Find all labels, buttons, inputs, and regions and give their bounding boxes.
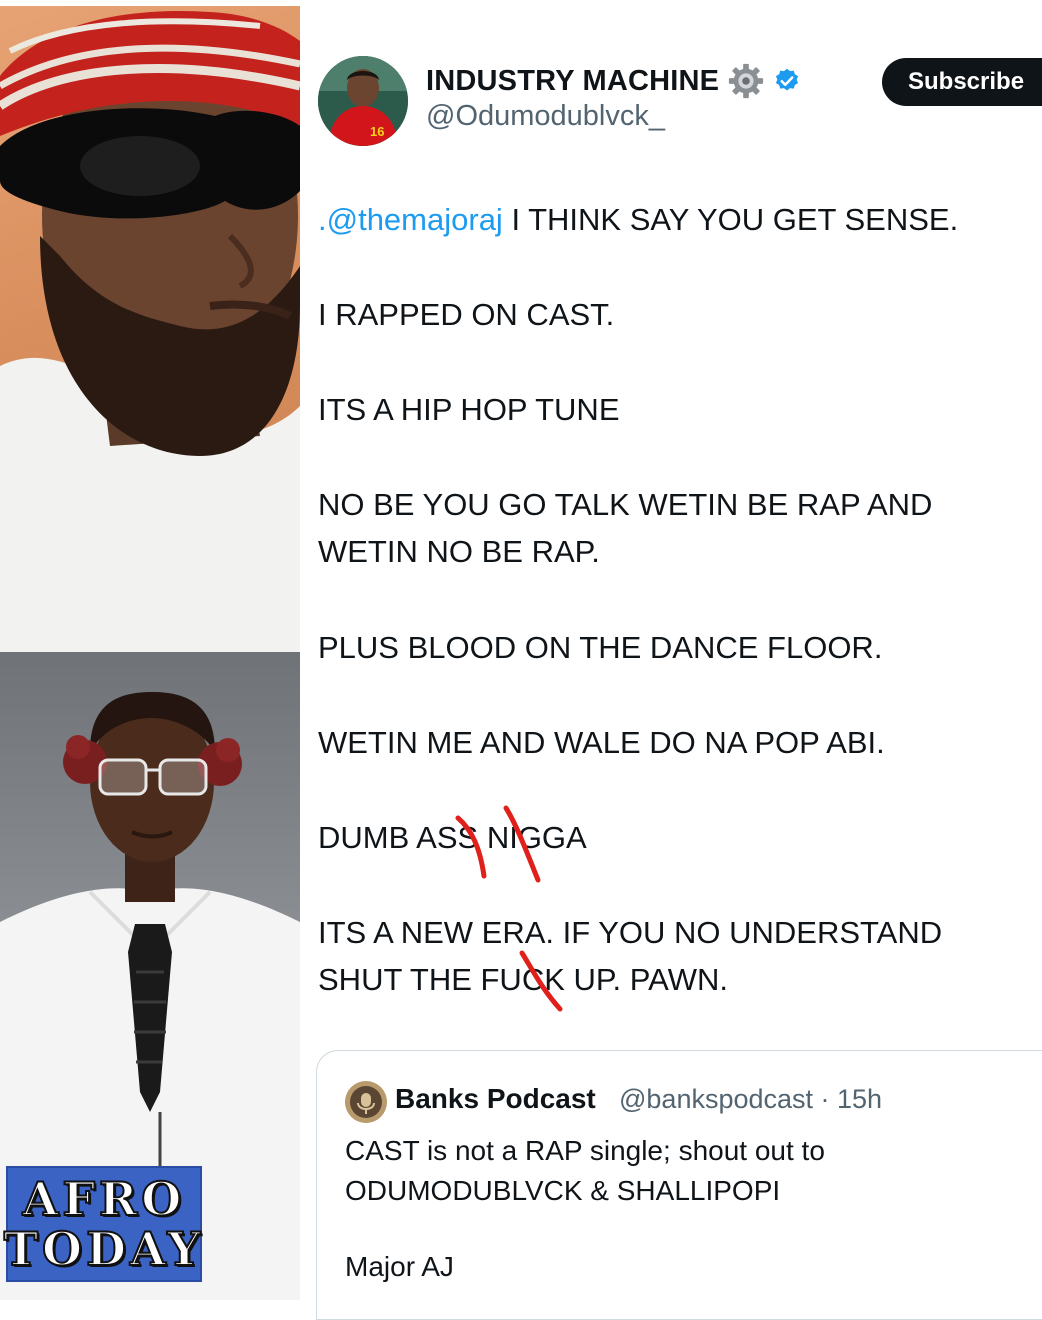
quoted-tweet[interactable]: Banks Podcast @bankspodcast · 15h CAST i… — [316, 1050, 1042, 1320]
tweet-line-4a: NO BE YOU GO TALK WETIN BE RAP AND — [318, 487, 933, 522]
tweet-line-2: I RAPPED ON CAST. — [318, 297, 615, 332]
afro-today-watermark: AFRO TODAY — [3, 1166, 205, 1282]
photo-man-sunglasses — [0, 6, 300, 652]
avatar[interactable]: 16 — [318, 56, 408, 146]
user-handle[interactable]: @Odumodublvck_ — [426, 100, 665, 133]
quoted-text: CAST is not a RAP single; shout out to O… — [345, 1131, 1025, 1211]
tweet-line-5: PLUS BLOOD ON THE DANCE FLOOR. — [318, 630, 883, 665]
tweet-line-6: WETIN ME AND WALE DO NA POP ABI. — [318, 725, 885, 760]
tweet-line-1-text: I THINK SAY YOU GET SENSE. — [502, 202, 959, 237]
verified-badge-icon — [776, 68, 799, 91]
censor-mark-1 — [455, 805, 541, 883]
quoted-signature: Major AJ — [345, 1251, 454, 1282]
svg-text:16: 16 — [370, 124, 384, 139]
tweet-line-8a: ITS A NEW ERA. IF YOU NO UNDERSTAND — [318, 915, 943, 950]
quoted-display-name[interactable]: Banks Podcast — [395, 1083, 596, 1115]
watermark-line-2: TODAY — [3, 1222, 205, 1276]
censor-mark-2 — [519, 950, 563, 1012]
tweet: 16 INDUSTRY MACHINE @Odumodublvck_ Subsc… — [300, 0, 1042, 1320]
tweet-line-1: .@themajoraj I THINK SAY YOU GET SENSE. — [318, 196, 958, 243]
gear-icon — [729, 63, 764, 99]
subscribe-button[interactable]: Subscribe — [882, 58, 1042, 106]
display-name[interactable]: INDUSTRY MACHINE — [426, 65, 719, 98]
watermark-line-1: AFRO — [22, 1172, 186, 1226]
tweet-line-3: ITS A HIP HOP TUNE — [318, 392, 620, 427]
tweet-line-4b: WETIN NO BE RAP. — [318, 534, 600, 569]
quoted-avatar[interactable] — [345, 1081, 387, 1123]
display-name-row: INDUSTRY MACHINE — [426, 62, 801, 100]
quoted-text-line-2: ODUMODUBLVCK & SHALLIPOPI — [345, 1175, 781, 1206]
quoted-handle-time[interactable]: @bankspodcast · 15h — [619, 1084, 882, 1115]
quoted-text-line-1: CAST is not a RAP single; shout out to — [345, 1135, 825, 1166]
mention-link[interactable]: .@themajoraj — [318, 202, 503, 237]
